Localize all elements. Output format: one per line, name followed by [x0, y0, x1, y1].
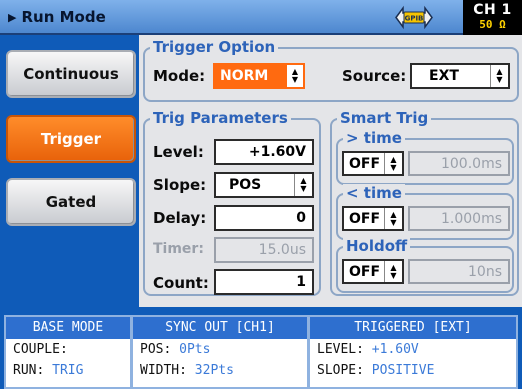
trig-slope-label: SLOPE: — [317, 363, 364, 378]
delay-label: Delay: — [153, 209, 207, 227]
updown-arrows-icon: ▲ ▼ — [285, 65, 303, 87]
trigger-mode-button[interactable]: Trigger — [6, 115, 136, 163]
channel-badge[interactable]: CH 1 50 Ω — [463, 0, 522, 35]
couple-label: COUPLE: — [13, 342, 68, 357]
trig-level-value: +1.60V — [371, 342, 419, 357]
couple-row: COUPLE: — [6, 339, 130, 360]
less-time-state-select[interactable]: OFF ▲ ▼ — [342, 206, 404, 231]
trig-parameters-title: Trig Parameters — [150, 109, 291, 127]
smart-trig-group: Smart Trig > time OFF ▲ ▼ 100.0ms < time … — [330, 109, 519, 296]
width-value: 32Pts — [194, 363, 234, 378]
run-value: TRIG — [52, 363, 84, 378]
less-time-title: < time — [343, 184, 405, 202]
width-row: WIDTH: 32Pts — [133, 360, 307, 381]
slope-select[interactable]: POS ▲ ▼ — [214, 172, 314, 198]
channel-impedance: 50 Ω — [479, 18, 506, 31]
greater-time-group: > time OFF ▲ ▼ 100.0ms — [336, 129, 514, 185]
slope-value: POS — [229, 177, 262, 193]
greater-time-title: > time — [343, 129, 405, 147]
source-label: Source: — [342, 67, 407, 85]
trig-slope-value: POSITIVE — [371, 363, 435, 378]
gpib-label: GPIB — [405, 15, 424, 23]
source-value: EXT — [429, 68, 459, 84]
holdoff-state-select[interactable]: OFF ▲ ▼ — [342, 259, 404, 284]
pos-label: POS: — [140, 342, 172, 357]
timer-field: 15.0us — [214, 237, 314, 263]
count-field[interactable]: 1 — [214, 269, 314, 295]
mode-label: Mode: — [153, 67, 206, 85]
smart-trig-title: Smart Trig — [337, 109, 432, 127]
width-label: WIDTH: — [140, 363, 187, 378]
status-footer: BASE MODE COUPLE: RUN: TRIG SYNC OUT [CH… — [0, 307, 522, 389]
play-triangle-icon: ▶ — [8, 11, 17, 24]
gated-mode-button[interactable]: Gated — [6, 178, 136, 226]
sync-out-title: SYNC OUT [CH1] — [133, 317, 307, 339]
count-label: Count: — [153, 274, 209, 292]
level-label: Level: — [153, 143, 204, 161]
slope-row: SLOPE: POSITIVE — [310, 360, 516, 381]
settings-panel: Trigger Option Mode: NORM ▲ ▼ Source: EXT… — [139, 35, 522, 307]
page-title-text: Run Mode — [21, 8, 106, 26]
mode-select[interactable]: NORM ▲ ▼ — [213, 63, 305, 89]
continuous-mode-button[interactable]: Continuous — [6, 50, 136, 98]
delay-field[interactable]: 0 — [214, 205, 314, 231]
updown-arrows-icon: ▲ ▼ — [294, 174, 312, 196]
holdoff-title: Holdoff — [343, 237, 411, 255]
run-label: RUN: — [13, 363, 45, 378]
pos-row: POS: 0Pts — [133, 339, 307, 360]
run-row: RUN: TRIG — [6, 360, 130, 381]
title-bar: ▶ Run Mode GPIB CH 1 50 Ω — [0, 0, 522, 35]
updown-arrows-icon: ▲ ▼ — [384, 208, 402, 229]
mode-value: NORM — [220, 68, 269, 84]
base-mode-panel: BASE MODE COUPLE: RUN: TRIG — [4, 315, 132, 389]
run-mode-screen: ▶ Run Mode GPIB CH 1 50 Ω Continuous Trig… — [0, 0, 522, 389]
triggered-panel: TRIGGERED [EXT] LEVEL: +1.60V SLOPE: POS… — [308, 315, 518, 389]
triggered-title: TRIGGERED [EXT] — [310, 317, 516, 339]
timer-label: Timer: — [153, 241, 204, 257]
updown-arrows-icon: ▲ ▼ — [384, 153, 402, 174]
updown-arrows-icon: ▲ ▼ — [490, 65, 508, 87]
updown-arrows-icon: ▲ ▼ — [384, 261, 402, 282]
holdoff-field: 10ns — [408, 259, 510, 284]
less-time-state: OFF — [349, 210, 381, 227]
slope-label: Slope: — [153, 176, 207, 194]
holdoff-state: OFF — [349, 263, 381, 280]
greater-time-state-select[interactable]: OFF ▲ ▼ — [342, 151, 404, 176]
level-row: LEVEL: +1.60V — [310, 339, 516, 360]
pos-value: 0Pts — [179, 342, 211, 357]
channel-name: CH 1 — [473, 2, 512, 18]
greater-time-state: OFF — [349, 155, 381, 172]
page-title: ▶ Run Mode — [8, 8, 106, 26]
less-time-group: < time OFF ▲ ▼ 1.000ms — [336, 184, 514, 240]
trigger-option-group: Trigger Option Mode: NORM ▲ ▼ Source: EXT… — [143, 38, 519, 102]
trigger-option-title: Trigger Option — [150, 38, 279, 56]
level-field[interactable]: +1.60V — [214, 139, 314, 165]
base-mode-title: BASE MODE — [6, 317, 130, 339]
less-time-field: 1.000ms — [408, 206, 510, 231]
trig-level-label: LEVEL: — [317, 342, 364, 357]
greater-time-field: 100.0ms — [408, 151, 510, 176]
sync-out-panel: SYNC OUT [CH1] POS: 0Pts WIDTH: 32Pts — [131, 315, 309, 389]
source-select[interactable]: EXT ▲ ▼ — [410, 63, 510, 89]
gpib-icon: GPIB — [395, 5, 433, 30]
holdoff-group: Holdoff OFF ▲ ▼ 10ns — [336, 237, 514, 293]
trig-parameters-group: Trig Parameters Level: +1.60V Slope: POS… — [143, 109, 321, 296]
